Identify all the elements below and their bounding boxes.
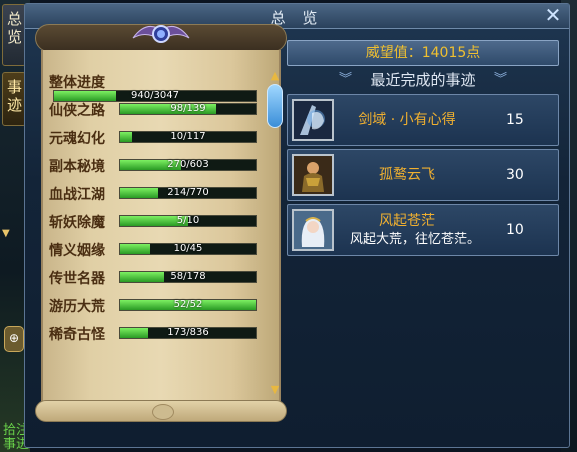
progress-value: 173/836 — [167, 327, 209, 338]
tab-deeds[interactable]: 事迹 — [2, 72, 26, 126]
quest-tracker-icon[interactable]: ⊕ — [4, 326, 24, 352]
progress-label: 元魂幻化 — [49, 131, 105, 147]
progress-label: 游历大荒 — [49, 299, 105, 315]
deed-name: 孤鹜云飞 — [379, 167, 435, 183]
maiden-portrait-icon — [292, 209, 334, 251]
tab-overview[interactable]: 总览 — [2, 4, 26, 66]
progress-bar: 98/139 — [119, 103, 257, 115]
progress-label: 副本秘境 — [49, 159, 105, 175]
progress-value: 98/139 — [170, 103, 206, 114]
progress-bar: 270/603 — [119, 159, 257, 171]
warrior-portrait-icon — [292, 154, 334, 196]
recent-deeds-header: ︾ 最近完成的事迹 ︾ — [287, 68, 559, 92]
progress-value: 10/117 — [170, 131, 206, 142]
double-chevron-down-icon: ︾ — [493, 72, 507, 87]
scrollbar-thumb[interactable] — [267, 84, 283, 128]
progress-value: 270/603 — [167, 159, 209, 170]
progress-bar: 58/178 — [119, 271, 257, 283]
scroll-bottom-ornament-icon — [152, 404, 174, 420]
progress-bar: 173/836 — [119, 327, 257, 339]
progress-label: 斩妖除魔 — [49, 215, 105, 231]
progress-label: 仙侠之路 — [49, 103, 105, 119]
deed-item[interactable]: 孤鹜云飞 30 — [287, 149, 559, 201]
deed-name: 剑域 · 小有心得 — [358, 112, 456, 128]
tab-overview-label: 总览 — [7, 10, 23, 46]
progress-value: 214/770 — [167, 187, 209, 198]
close-icon[interactable]: ✕ — [543, 5, 563, 25]
prestige-value: 威望值：14015点 — [287, 40, 559, 66]
progress-bar: 214/770 — [119, 187, 257, 199]
deed-description: 风起大荒，往忆苍茫。 — [350, 232, 481, 247]
overview-window: 总 览 ✕ 整体进度 940/3047 仙侠之路 98/139 元魂幻化 10/117 副本… — [24, 3, 570, 448]
progress-label: 稀奇古怪 — [49, 327, 105, 343]
scroll-bottom-rod — [35, 400, 287, 422]
scroll-up-icon[interactable]: ▲ — [269, 70, 281, 82]
progress-value: 58/178 — [170, 271, 206, 282]
sword-domain-icon — [292, 99, 334, 141]
progress-bar: 52/52 — [119, 299, 257, 311]
progress-bar: 5/10 — [119, 215, 257, 227]
expand-arrow-icon[interactable]: ▼ — [2, 228, 14, 239]
progress-bar: 10/117 — [119, 131, 257, 143]
double-chevron-down-icon: ︾ — [339, 72, 353, 87]
progress-label: 整体进度 — [49, 75, 105, 91]
deed-item[interactable]: 风起苍茫 风起大荒，往忆苍茫。 10 — [287, 204, 559, 256]
scroll-down-icon[interactable]: ▼ — [269, 384, 281, 396]
recent-deeds-title: 最近完成的事迹 — [370, 71, 476, 89]
tab-deeds-label: 事迹 — [7, 78, 23, 114]
deed-item[interactable]: 剑域 · 小有心得 15 — [287, 94, 559, 146]
progress-scroll: 整体进度 940/3047 仙侠之路 98/139 元魂幻化 10/117 副本秘境 270/… — [35, 24, 287, 424]
progress-value: 5/10 — [176, 215, 200, 226]
progress-value: 10/45 — [173, 243, 203, 254]
progress-label: 血战江湖 — [49, 187, 105, 203]
progress-bar: 10/45 — [119, 243, 257, 255]
deed-name: 风起苍茫 — [379, 213, 435, 229]
deed-points: 30 — [506, 167, 524, 183]
progress-label: 传世名器 — [49, 271, 105, 287]
deed-points: 15 — [506, 112, 524, 128]
progress-label: 情义姻缘 — [49, 243, 105, 259]
deed-points: 10 — [506, 222, 524, 238]
progress-value: 52/52 — [173, 299, 203, 310]
